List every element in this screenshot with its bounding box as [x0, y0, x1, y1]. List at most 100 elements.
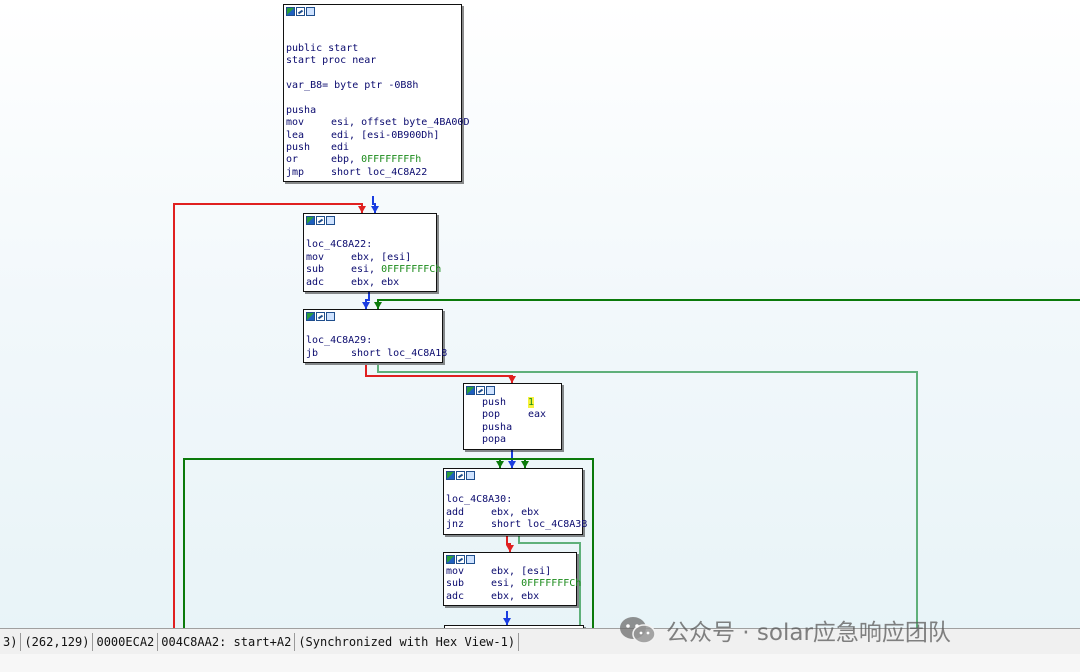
mnemonic: jb [306, 347, 319, 359]
code-line[interactable] [284, 92, 461, 104]
edge-loc29-to-push[interactable] [365, 365, 513, 383]
edge-push-to-loc30-arrowhead [508, 461, 516, 468]
color-icon[interactable] [286, 7, 295, 16]
immediate-value: 1 [528, 397, 535, 408]
node-header [304, 214, 436, 227]
code-line[interactable]: pop eax [480, 409, 561, 421]
graph-icon[interactable] [456, 555, 465, 564]
code-line[interactable]: pusha [284, 105, 461, 117]
node-push-block[interactable]: push 1 pop eax pusha popa [463, 383, 562, 450]
operand: edi, [esi-0B900Dh] [331, 129, 440, 141]
code-line[interactable]: adc ebx, ebx [444, 591, 576, 603]
code-line[interactable]: lea edi, [esi-0B900Dh] [284, 130, 461, 142]
text-view-icon[interactable] [306, 7, 315, 16]
code-line[interactable]: sub esi, 0FFFFFFFCh [444, 578, 581, 590]
code-label: public start [286, 42, 359, 54]
color-icon[interactable] [446, 471, 455, 480]
operand: ebx, ebx [351, 276, 400, 288]
immediate-value: 0FFFFFFFCh [381, 264, 442, 276]
node-loc-4c8a30[interactable]: loc_4C8A30: add ebx, ebx jnz short loc_4C8A3… [443, 468, 587, 535]
code-line[interactable]: var_B8= byte ptr -0B8h [284, 80, 461, 92]
graph-icon[interactable] [316, 312, 325, 321]
code-line[interactable]: start proc near [284, 55, 461, 67]
code-line[interactable]: popa [480, 434, 561, 446]
code-line[interactable] [304, 227, 436, 239]
operand: eax [528, 409, 547, 421]
mnemonic: mov [306, 251, 325, 263]
status-cell-scroll: 3) [0, 633, 22, 651]
node-header [444, 469, 582, 482]
color-icon[interactable] [306, 216, 315, 225]
code-line[interactable]: mov esi, offset byte_4BA00D [284, 117, 469, 129]
code-label: popa [482, 434, 507, 446]
text-view-icon[interactable] [466, 471, 475, 480]
operand: short loc_4C8A18 [351, 347, 448, 359]
text-view-icon[interactable] [326, 216, 335, 225]
code-line[interactable]: jmp short loc_4C8A22 [284, 167, 461, 179]
node-loc-4c8a22[interactable]: loc_4C8A22: mov ebx, [esi] sub esi, 0FFFFFFF… [303, 213, 441, 292]
node-loc-4c8a29[interactable]: loc_4C8A29: jb short loc_4C8A18 [303, 309, 447, 364]
mnemonic: jmp [286, 166, 305, 178]
graph-icon[interactable] [456, 471, 465, 480]
text-view-icon[interactable] [466, 555, 475, 564]
edge-green-right-into-loc29[interactable] [377, 299, 1080, 309]
code-label: pusha [286, 104, 317, 116]
operand: esi, [491, 578, 522, 590]
edge-loc22-to-loc29-arrowhead [362, 302, 370, 309]
operand: short loc_4C8A22 [331, 166, 428, 178]
code-label: loc_4C8A22: [306, 239, 373, 251]
code-line[interactable]: jnz short loc_4C8A3B [444, 519, 587, 531]
code-line[interactable] [444, 482, 582, 494]
code-line[interactable]: adc ebx, ebx [304, 277, 436, 289]
graph-icon[interactable] [296, 7, 305, 16]
code-line[interactable]: pusha [480, 422, 561, 434]
mnemonic: add [446, 506, 465, 518]
code-line[interactable]: sub esi, 0FFFFFFFCh [304, 264, 441, 276]
mnemonic: push [482, 397, 507, 408]
node-start[interactable]: public start start proc near var_B8= byte … [283, 4, 469, 183]
code-label: pusha [482, 421, 513, 433]
operand: esi, [351, 264, 382, 276]
code-line[interactable]: public start [284, 43, 461, 55]
graph-icon[interactable] [476, 386, 485, 395]
graph-view[interactable]: public start start proc near var_B8= byte … [0, 0, 1080, 628]
text-view-icon[interactable] [486, 386, 495, 395]
code-line[interactable] [304, 323, 442, 335]
mnemonic: sub [446, 578, 465, 590]
code-line[interactable]: push edi [284, 142, 461, 154]
bottom-strip [0, 654, 1080, 672]
color-icon[interactable] [466, 386, 475, 395]
mnemonic: adc [446, 590, 465, 602]
code-line[interactable]: mov ebx, [esi] [444, 566, 576, 578]
code-line[interactable] [284, 30, 461, 42]
operand: short loc_4C8A3B [491, 519, 588, 531]
color-icon[interactable] [446, 555, 455, 564]
code-line[interactable]: push 1 [480, 397, 561, 409]
code-line[interactable]: or ebp, 0FFFFFFFFh [284, 154, 461, 166]
mnemonic: mov [446, 566, 465, 577]
edge-loc29-to-push-arrowhead [508, 376, 516, 383]
code-line[interactable]: jb short loc_4C8A18 [304, 347, 447, 360]
operand: ebx, ebx [491, 506, 540, 518]
code-line[interactable] [284, 68, 461, 80]
text-view-icon[interactable] [326, 312, 335, 321]
wechat-icon [620, 617, 656, 644]
code-label: start proc near [286, 55, 377, 67]
code-line[interactable]: mov ebx, [esi] [304, 252, 436, 264]
code-label: var_B8= byte ptr -0B8h [286, 79, 419, 91]
edge-back-red-left-arrowhead [358, 206, 366, 213]
code-line[interactable]: loc_4C8A29: [304, 335, 442, 347]
edge-green-into-loc30-left-arrowhead [496, 461, 504, 468]
watermark: 公众号 · solar应急响应团队 [618, 614, 951, 646]
operand: ebx, [esi] [491, 566, 552, 577]
color-icon[interactable] [306, 312, 315, 321]
code-line[interactable]: loc_4C8A22: [304, 239, 436, 251]
code-line[interactable]: loc_4C8A30: [444, 494, 582, 506]
code-line[interactable]: add ebx, ebx [444, 507, 582, 519]
code-label: loc_4C8A30: [446, 494, 513, 506]
operand: edi [331, 141, 350, 153]
watermark-text: 公众号 · solar应急响应团队 [666, 620, 951, 646]
graph-icon[interactable] [316, 216, 325, 225]
code-line[interactable] [284, 18, 461, 30]
node-mov-block[interactable]: mov ebx, [esi] sub esi, 0FFFFFFFCh adc ebx, e… [443, 552, 581, 607]
